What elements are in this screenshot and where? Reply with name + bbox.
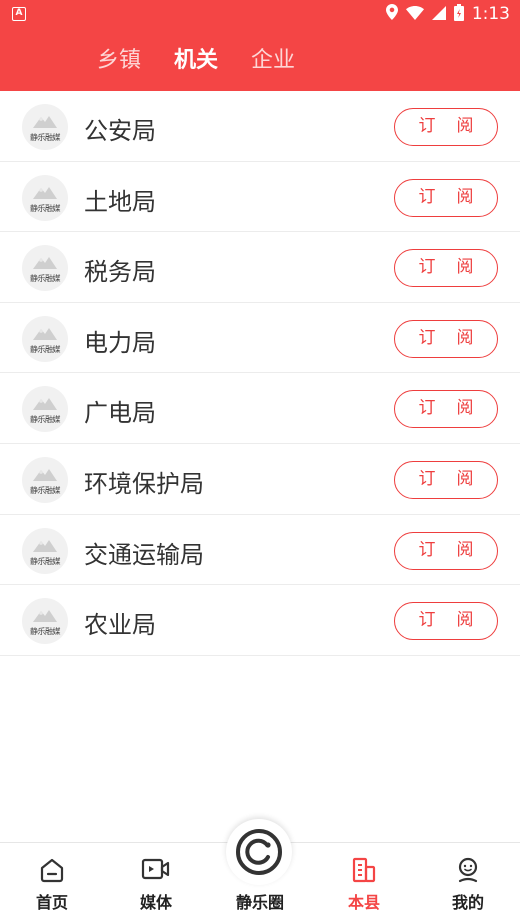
nav-media[interactable]: 媒体 <box>104 843 208 922</box>
subscribe-button[interactable]: 订阅 <box>394 602 498 641</box>
agency-logo: 静乐融媒 <box>22 456 68 503</box>
logo-text: 静乐融媒 <box>30 203 61 213</box>
agency-name: 农业局 <box>84 611 156 640</box>
list-item[interactable]: 静乐融媒 环境保护局 订阅 <box>0 444 520 515</box>
agency-name: 土地局 <box>84 187 156 216</box>
mountain-icon <box>33 539 57 552</box>
agency-logo: 静乐融媒 <box>22 386 68 433</box>
center-circle-button[interactable] <box>226 819 292 885</box>
list-item[interactable]: 静乐融媒 广电局 订阅 <box>0 373 520 444</box>
status-bar: A 1:13 <box>0 0 520 30</box>
signal-icon <box>431 5 446 24</box>
agency-name: 广电局 <box>84 399 156 428</box>
subscribe-button[interactable]: 订阅 <box>394 249 498 288</box>
wifi-icon <box>405 5 424 24</box>
subscribe-button[interactable]: 订阅 <box>394 531 498 570</box>
status-time: 1:13 <box>471 4 510 24</box>
logo-text: 静乐融媒 <box>30 415 61 425</box>
subscribe-button[interactable]: 订阅 <box>394 460 498 499</box>
subscribe-button[interactable]: 订阅 <box>394 178 498 217</box>
location-icon <box>385 4 398 24</box>
agency-name: 环境保护局 <box>84 469 204 498</box>
nav-media-label: 媒体 <box>139 893 172 912</box>
home-icon <box>39 857 65 887</box>
nav-county-label: 本县 <box>347 893 380 912</box>
tab-enterprises[interactable]: 企业 <box>251 42 295 74</box>
logo-text: 静乐融媒 <box>30 485 61 495</box>
profile-icon <box>455 857 481 887</box>
mountain-icon <box>33 398 57 411</box>
agency-name: 公安局 <box>84 117 156 145</box>
app-notification-icon: A <box>12 7 26 21</box>
logo-text: 静乐融媒 <box>30 556 61 566</box>
mountain-icon <box>33 257 57 270</box>
subscribe-button[interactable]: 订阅 <box>394 108 498 146</box>
building-icon <box>351 857 377 887</box>
agency-logo: 静乐融媒 <box>22 245 68 292</box>
tab-agencies[interactable]: 机关 <box>174 42 218 74</box>
logo-text: 静乐融媒 <box>30 133 61 142</box>
nav-home[interactable]: 首页 <box>0 843 104 922</box>
mountain-icon <box>33 468 57 481</box>
mountain-icon <box>33 186 57 199</box>
list-item[interactable]: 静乐融媒 公安局 订阅 <box>0 91 520 162</box>
category-tabs: 乡镇 机关 企业 <box>97 42 295 74</box>
agency-logo: 静乐融媒 <box>22 174 68 221</box>
list-item[interactable]: 静乐融媒 税务局 订阅 <box>0 232 520 303</box>
agency-logo: 静乐融媒 <box>22 315 68 362</box>
nav-county[interactable]: 本县 <box>312 843 416 922</box>
nav-mine-label: 我的 <box>451 893 484 912</box>
mountain-icon <box>33 116 57 128</box>
tab-towns[interactable]: 乡镇 <box>97 42 141 74</box>
agency-logo: 静乐融媒 <box>22 598 68 645</box>
mountain-icon <box>33 327 57 340</box>
video-icon <box>141 857 171 885</box>
logo-text: 静乐融媒 <box>30 274 61 284</box>
list-item[interactable]: 静乐融媒 交通运输局 订阅 <box>0 515 520 586</box>
list-item[interactable]: 静乐融媒 土地局 订阅 <box>0 162 520 233</box>
nav-home-label: 首页 <box>35 893 68 912</box>
agency-name: 税务局 <box>84 258 156 287</box>
agency-logo: 静乐融媒 <box>22 104 68 150</box>
list-item[interactable]: 静乐融媒 电力局 订阅 <box>0 303 520 374</box>
agency-name: 交通运输局 <box>84 540 204 569</box>
header-bar: A 1:13 乡镇 机关 企业 <box>0 0 520 91</box>
mountain-icon <box>33 610 57 623</box>
logo-text: 静乐融媒 <box>30 344 61 354</box>
agency-list: 静乐融媒 公安局 订阅 静乐融媒 土地局 订阅 静乐融媒 税务局 订阅 静乐融媒 电力局 订阅 静乐融媒… <box>0 91 520 656</box>
battery-icon <box>453 3 464 25</box>
agency-logo: 静乐融媒 <box>22 527 68 574</box>
subscribe-button[interactable]: 订阅 <box>394 319 498 358</box>
logo-text: 静乐融媒 <box>30 627 61 637</box>
agency-name: 电力局 <box>84 328 156 357</box>
subscribe-button[interactable]: 订阅 <box>394 390 498 429</box>
nav-circle-label: 静乐圈 <box>235 893 284 912</box>
list-item[interactable]: 静乐融媒 农业局 订阅 <box>0 585 520 656</box>
nav-mine[interactable]: 我的 <box>416 843 520 922</box>
